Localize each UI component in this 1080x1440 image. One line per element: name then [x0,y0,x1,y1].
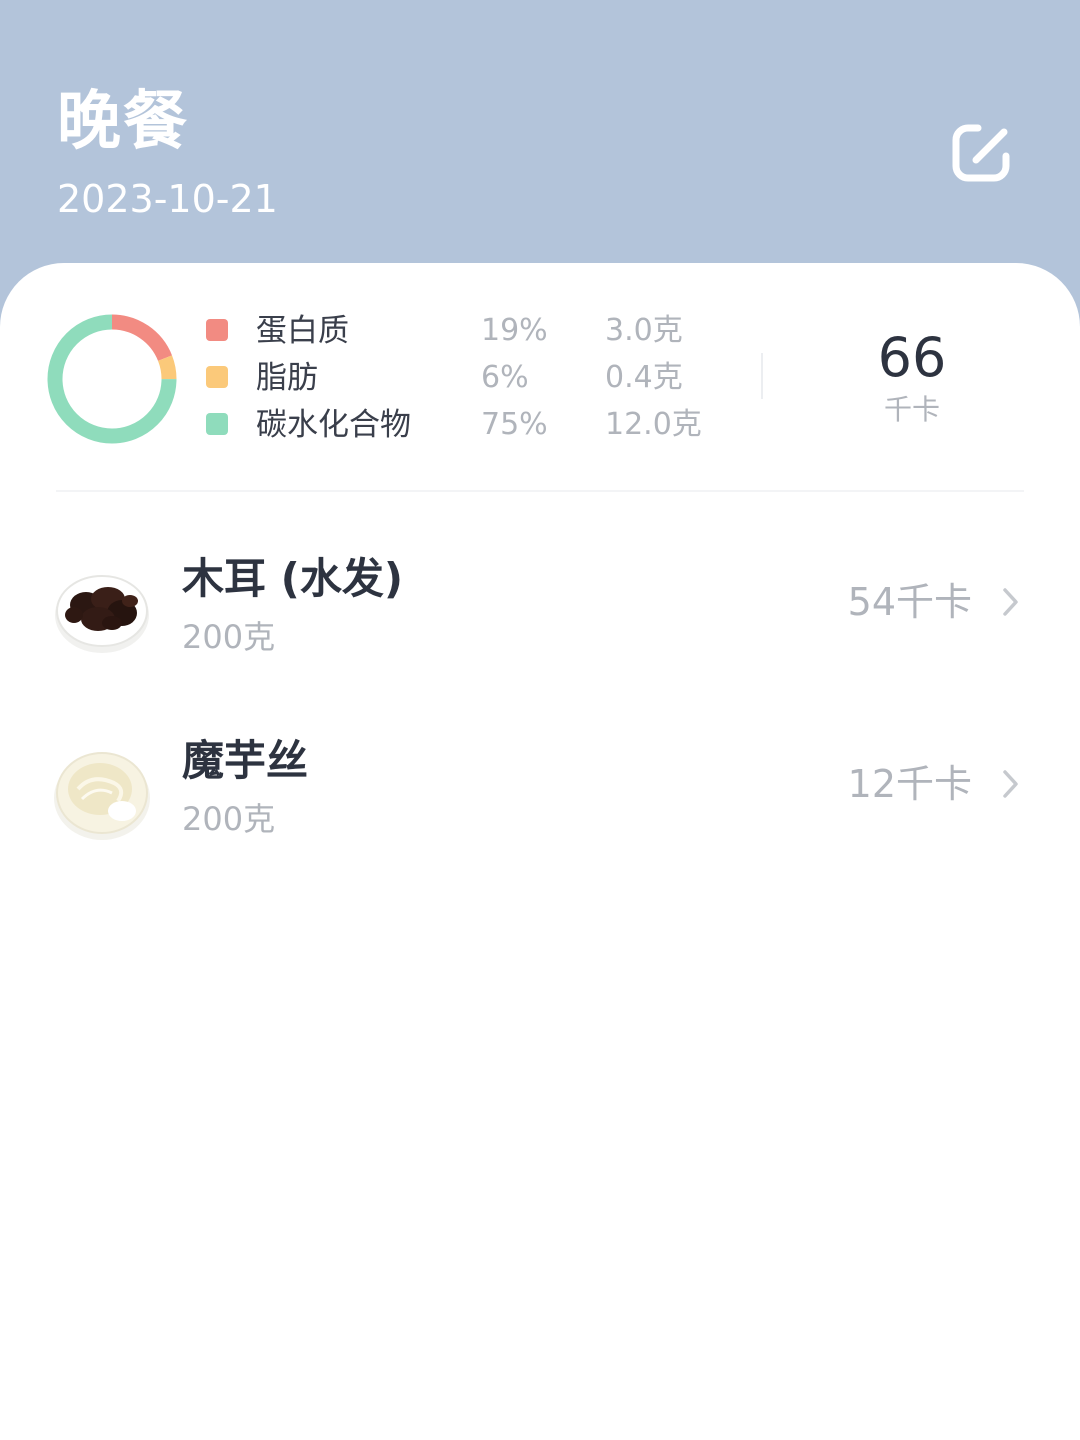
total-kcal-value: 66 [877,326,947,389]
food-weight: 200克 [182,618,276,656]
food-item-konjac[interactable]: 魔芋丝 200克 12千卡 [0,733,1080,883]
nutrient-name: 脂肪 [256,360,318,396]
nutrient-grams: 3.0克 [605,313,683,348]
legend-row-fat: 脂肪 6% 0.4克 [0,354,760,402]
meal-card: 蛋白质 19% 3.0克 脂肪 6% 0.4克 碳水化合物 75% 12.0克 … [0,263,1080,1440]
carbs-color-swatch [206,413,228,435]
vertical-divider [761,353,763,399]
total-kcal-unit: 千卡 [883,393,940,426]
food-weight: 200克 [182,800,276,838]
protein-color-swatch [206,319,228,341]
chevron-right-icon [1003,770,1018,798]
food-kcal: 54千卡 [847,580,972,624]
food-name: 木耳 (水发) [182,554,404,603]
nutrient-grams: 12.0克 [605,407,702,442]
food-item-wood-ear[interactable]: 木耳 (水发) 200克 54千卡 [0,551,1080,701]
wood-ear-mushroom-photo [55,575,149,653]
header: 晚餐 2023-10-21 [0,0,1080,300]
nutrient-grams: 0.4克 [605,360,683,395]
page-title: 晚餐 [57,85,189,159]
food-name: 魔芋丝 [182,736,309,785]
edit-icon[interactable] [946,116,1018,188]
nutrient-percent: 75% [481,407,548,442]
konjac-noodles-photo [54,752,150,840]
food-kcal: 12千卡 [847,762,972,806]
nutrient-name: 碳水化合物 [256,407,411,443]
fat-color-swatch [206,366,228,388]
legend-row-carbs: 碳水化合物 75% 12.0克 [0,401,760,449]
meal-date: 2023-10-21 [57,177,278,221]
nutrient-name: 蛋白质 [256,313,349,349]
legend-row-protein: 蛋白质 19% 3.0克 [0,307,760,355]
nutrient-percent: 19% [481,313,548,348]
section-divider [56,490,1024,492]
nutrient-percent: 6% [481,360,529,395]
chevron-right-icon [1003,588,1018,616]
